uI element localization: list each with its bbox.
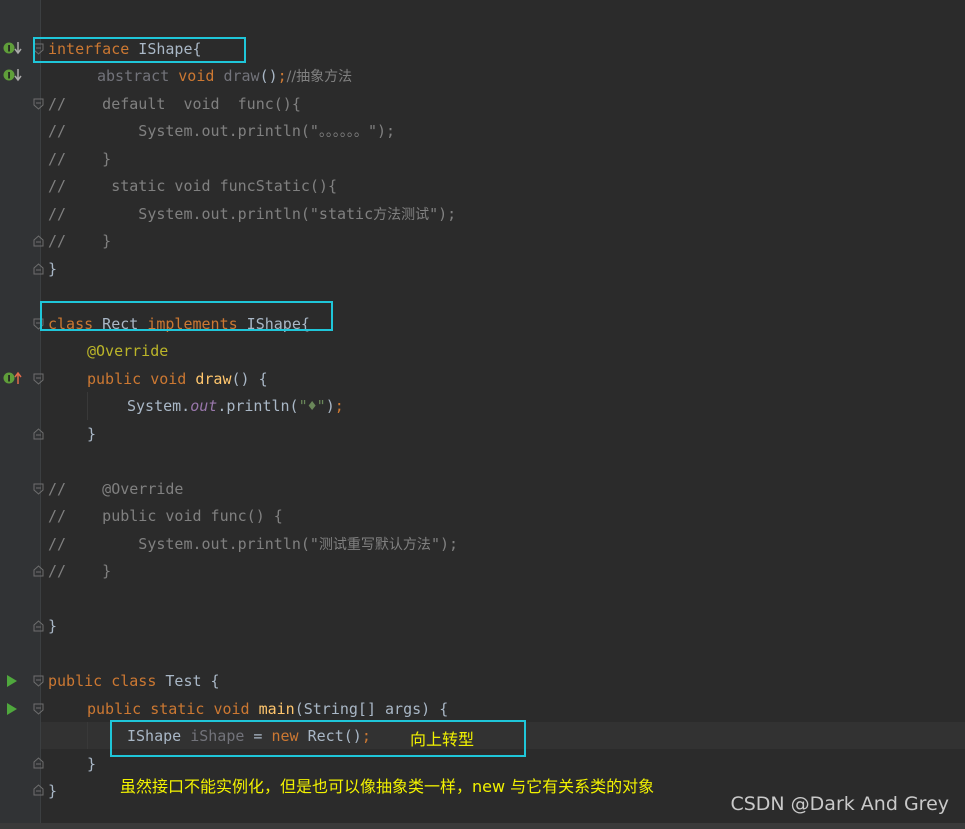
fold-marker-icon[interactable] bbox=[33, 98, 44, 110]
fold-marker-icon[interactable] bbox=[33, 675, 44, 687]
keyword: static bbox=[150, 700, 205, 718]
code-line[interactable]: // public void func() { bbox=[48, 503, 283, 530]
class-highlight-box bbox=[40, 301, 333, 331]
fold-marker-icon[interactable] bbox=[33, 235, 44, 247]
interface-highlight-box bbox=[33, 37, 246, 63]
code-line[interactable]: // System.out.println("。。。。。。"); bbox=[48, 118, 395, 145]
code-line[interactable]: @Override bbox=[87, 338, 168, 365]
keyword: public bbox=[87, 700, 142, 718]
svg-text:I: I bbox=[7, 45, 10, 55]
keyword: void bbox=[178, 67, 215, 85]
keyword: class bbox=[111, 672, 157, 690]
code-line[interactable]: public class Test { bbox=[48, 668, 220, 695]
svg-text:I: I bbox=[7, 72, 10, 82]
fold-marker-icon[interactable] bbox=[33, 565, 44, 577]
code-line[interactable]: // System.out.println("测试重写默认方法"); bbox=[48, 531, 458, 558]
fold-marker-icon[interactable] bbox=[33, 428, 44, 440]
semicolon: ; bbox=[334, 397, 344, 415]
indent-guide bbox=[87, 722, 88, 749]
code-line[interactable]: } bbox=[87, 421, 96, 448]
comment: 。。。。。。 bbox=[318, 124, 368, 140]
code-line[interactable]: } bbox=[48, 256, 57, 283]
fold-marker-icon[interactable] bbox=[33, 757, 44, 769]
explanation-note: 虽然接口不能实例化，但是也可以像抽象类一样，new 与它有关系类的对象 bbox=[120, 777, 655, 796]
comment: // System.out.println("static bbox=[48, 205, 374, 223]
code-line[interactable]: public static void main(String[] args) { bbox=[87, 696, 448, 723]
code-line[interactable]: // @Override bbox=[48, 476, 183, 503]
code-text: () bbox=[259, 67, 278, 85]
fold-marker-icon[interactable] bbox=[33, 263, 44, 275]
code-line[interactable]: public void draw() { bbox=[87, 366, 268, 393]
keyword: void bbox=[213, 700, 250, 718]
comment: // System.out.println(" bbox=[48, 122, 319, 140]
code-text: (String[] args) { bbox=[294, 700, 449, 718]
implementing-method-icon[interactable]: I bbox=[2, 370, 24, 386]
code-text: () { bbox=[231, 370, 268, 388]
run-icon[interactable] bbox=[5, 673, 19, 689]
keyword: abstract bbox=[97, 67, 170, 85]
fold-marker-icon[interactable] bbox=[33, 373, 44, 385]
implemented-interface-icon[interactable]: I bbox=[2, 40, 24, 56]
string-literal: "♦" bbox=[298, 397, 326, 415]
code-line[interactable]: // } bbox=[48, 558, 111, 585]
svg-text:I: I bbox=[7, 375, 10, 385]
code-line[interactable]: abstract void draw();//抽象方法 bbox=[97, 63, 352, 90]
code-line[interactable]: // default void func(){ bbox=[48, 91, 301, 118]
implemented-method-icon[interactable]: I bbox=[2, 67, 24, 83]
indent-guide bbox=[87, 392, 88, 420]
method-name: draw bbox=[195, 370, 232, 388]
comment: "); bbox=[429, 205, 457, 223]
comment: "); bbox=[430, 535, 459, 553]
code-line[interactable]: // } bbox=[48, 146, 111, 173]
comment: //抽象方法 bbox=[286, 69, 353, 85]
code-line[interactable]: } bbox=[87, 751, 96, 778]
keyword: void bbox=[150, 370, 187, 388]
code-line[interactable]: // System.out.println("static方法测试"); bbox=[48, 201, 456, 228]
code-text: System. bbox=[127, 397, 191, 415]
static-field: out bbox=[190, 397, 218, 415]
method-name: draw bbox=[223, 67, 260, 85]
code-text: ) bbox=[325, 397, 335, 415]
fold-marker-icon[interactable] bbox=[33, 703, 44, 715]
keyword: public bbox=[87, 370, 142, 388]
upcast-label: 向上转型 bbox=[410, 730, 475, 749]
semicolon: ; bbox=[277, 67, 287, 85]
code-line[interactable]: // static void funcStatic(){ bbox=[48, 173, 337, 200]
fold-marker-icon[interactable] bbox=[33, 620, 44, 632]
comment: 方法测试 bbox=[373, 207, 430, 223]
horizontal-scrollbar[interactable] bbox=[0, 823, 965, 829]
watermark: CSDN @Dark And Grey bbox=[730, 793, 949, 815]
comment: "); bbox=[367, 122, 396, 140]
code-line[interactable]: } bbox=[48, 778, 57, 805]
code-line[interactable]: // } bbox=[48, 228, 111, 255]
code-text: .println( bbox=[217, 397, 299, 415]
fold-marker-icon[interactable] bbox=[33, 784, 44, 796]
code-line[interactable]: } bbox=[48, 613, 57, 640]
run-icon[interactable] bbox=[5, 701, 19, 717]
method-name: main bbox=[258, 700, 295, 718]
keyword: public bbox=[48, 672, 103, 690]
fold-marker-icon[interactable] bbox=[33, 483, 44, 495]
comment: 测试重写默认方法 bbox=[318, 537, 431, 553]
code-line[interactable]: System.out.println("♦"); bbox=[127, 393, 344, 420]
code-text: Test { bbox=[156, 672, 220, 690]
comment: // System.out.println(" bbox=[48, 535, 319, 553]
